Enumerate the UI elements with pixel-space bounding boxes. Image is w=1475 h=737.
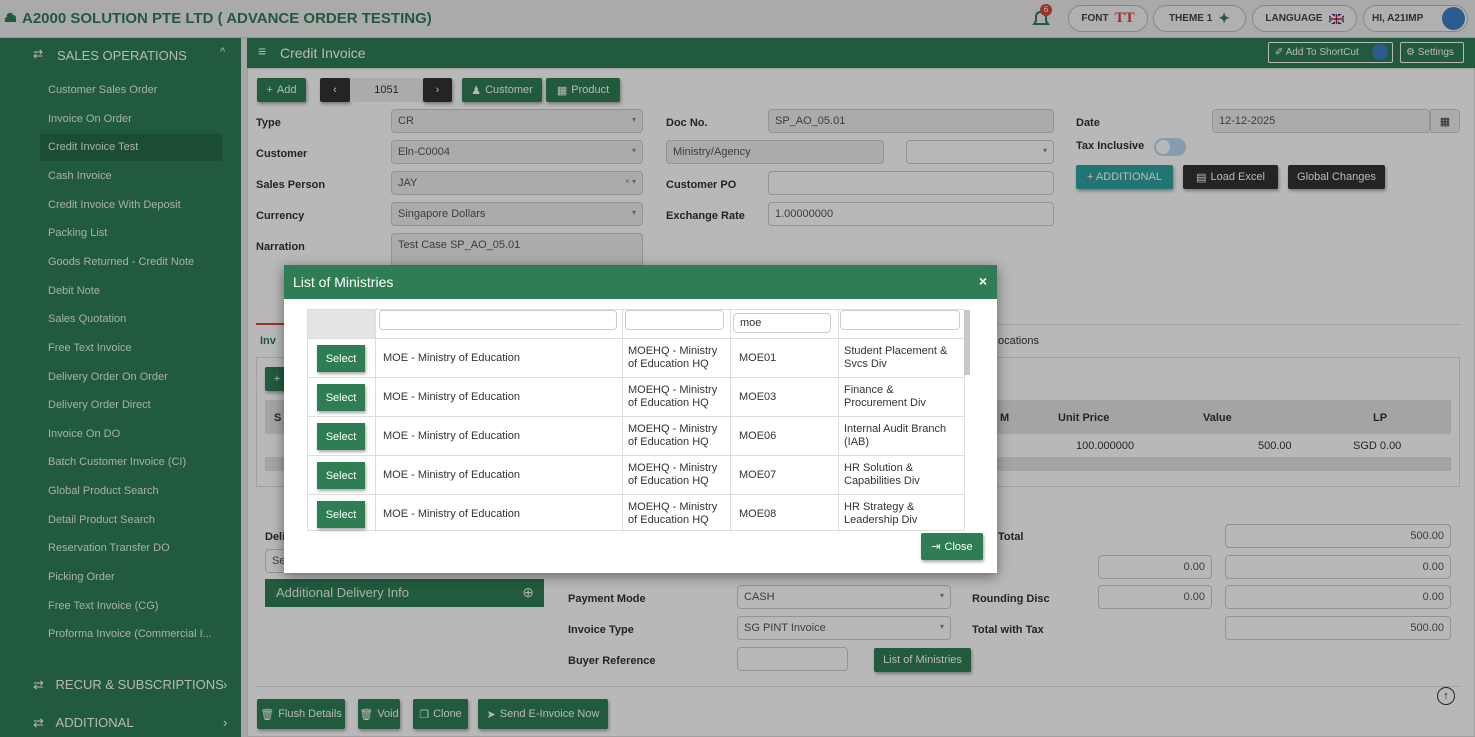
- ministries-modal: List of Ministries × moe Select MOE - Min…: [284, 265, 997, 573]
- code-cell: MOE01: [739, 352, 777, 364]
- division-cell: Finance & Procurement Div: [844, 384, 926, 409]
- select-label: Select: [325, 430, 357, 443]
- ministry-cell: MOE - Ministry of Education: [383, 430, 520, 442]
- hq-cell: MOEHQ - Ministry of Education HQ: [628, 462, 718, 487]
- table-row: Select MOE - Ministry of Education MOEHQ -…: [308, 416, 964, 455]
- column-divider: [838, 310, 839, 532]
- filter-code[interactable]: moe: [733, 313, 831, 333]
- select-label: Select: [325, 352, 357, 365]
- ministry-cell: MOE - Ministry of Education: [383, 352, 520, 364]
- modal-scrollbar[interactable]: [964, 310, 970, 375]
- hq-cell: MOEHQ - Ministry of Education HQ: [628, 423, 718, 448]
- select-button[interactable]: Select: [317, 462, 365, 489]
- filter-hq[interactable]: [625, 310, 724, 330]
- code-cell: MOE07: [739, 469, 777, 481]
- column-divider: [622, 310, 623, 532]
- select-button[interactable]: Select: [317, 384, 365, 411]
- select-button[interactable]: Select: [317, 345, 365, 372]
- ministry-cell: MOE - Ministry of Education: [383, 391, 520, 403]
- code-cell: MOE06: [739, 430, 777, 442]
- division-cell: Internal Audit Branch (IAB): [844, 423, 947, 448]
- select-label: Select: [325, 469, 357, 482]
- modal-header: List of Ministries ×: [284, 265, 997, 299]
- division-cell: HR Strategy & Leadership Div: [844, 501, 918, 526]
- ministry-cell: MOE - Ministry of Education: [383, 508, 520, 520]
- division-cell: HR Solution & Capabilities Div: [844, 462, 920, 487]
- table-row: Select MOE - Ministry of Education MOEHQ -…: [308, 455, 964, 494]
- select-button[interactable]: Select: [317, 423, 365, 450]
- close-label: Close: [944, 540, 973, 553]
- ministry-cell: MOE - Ministry of Education: [383, 469, 520, 481]
- ministries-table: moe Select MOE - Ministry of Education MOE…: [307, 309, 970, 533]
- column-divider: [730, 310, 731, 532]
- close-icon[interactable]: ×: [979, 273, 987, 289]
- filter-code-value: moe: [740, 317, 762, 329]
- table-row: Select MOE - Ministry of Education MOEHQ -…: [308, 338, 964, 377]
- code-cell: MOE03: [739, 391, 777, 403]
- table-row: Select MOE - Ministry of Education MOEHQ -…: [308, 377, 964, 416]
- select-label: Select: [325, 508, 357, 521]
- filter-ministry[interactable]: [379, 310, 617, 330]
- code-cell: MOE08: [739, 508, 777, 520]
- logout-icon: ⇥: [931, 541, 941, 553]
- select-button[interactable]: Select: [317, 501, 365, 528]
- division-cell: Student Placement & Svcs Div: [844, 345, 948, 370]
- select-col-header: [308, 310, 375, 338]
- hq-cell: MOEHQ - Ministry of Education HQ: [628, 501, 718, 526]
- modal-close-button[interactable]: ⇥ Close: [921, 533, 983, 560]
- column-divider: [375, 310, 376, 532]
- hq-cell: MOEHQ - Ministry of Education HQ: [628, 345, 718, 370]
- filter-division[interactable]: [840, 310, 960, 330]
- select-label: Select: [325, 391, 357, 404]
- hq-cell: MOEHQ - Ministry of Education HQ: [628, 384, 718, 409]
- modal-title: List of Ministries: [293, 274, 394, 290]
- table-row: Select MOE - Ministry of Education MOEHQ -…: [308, 494, 964, 533]
